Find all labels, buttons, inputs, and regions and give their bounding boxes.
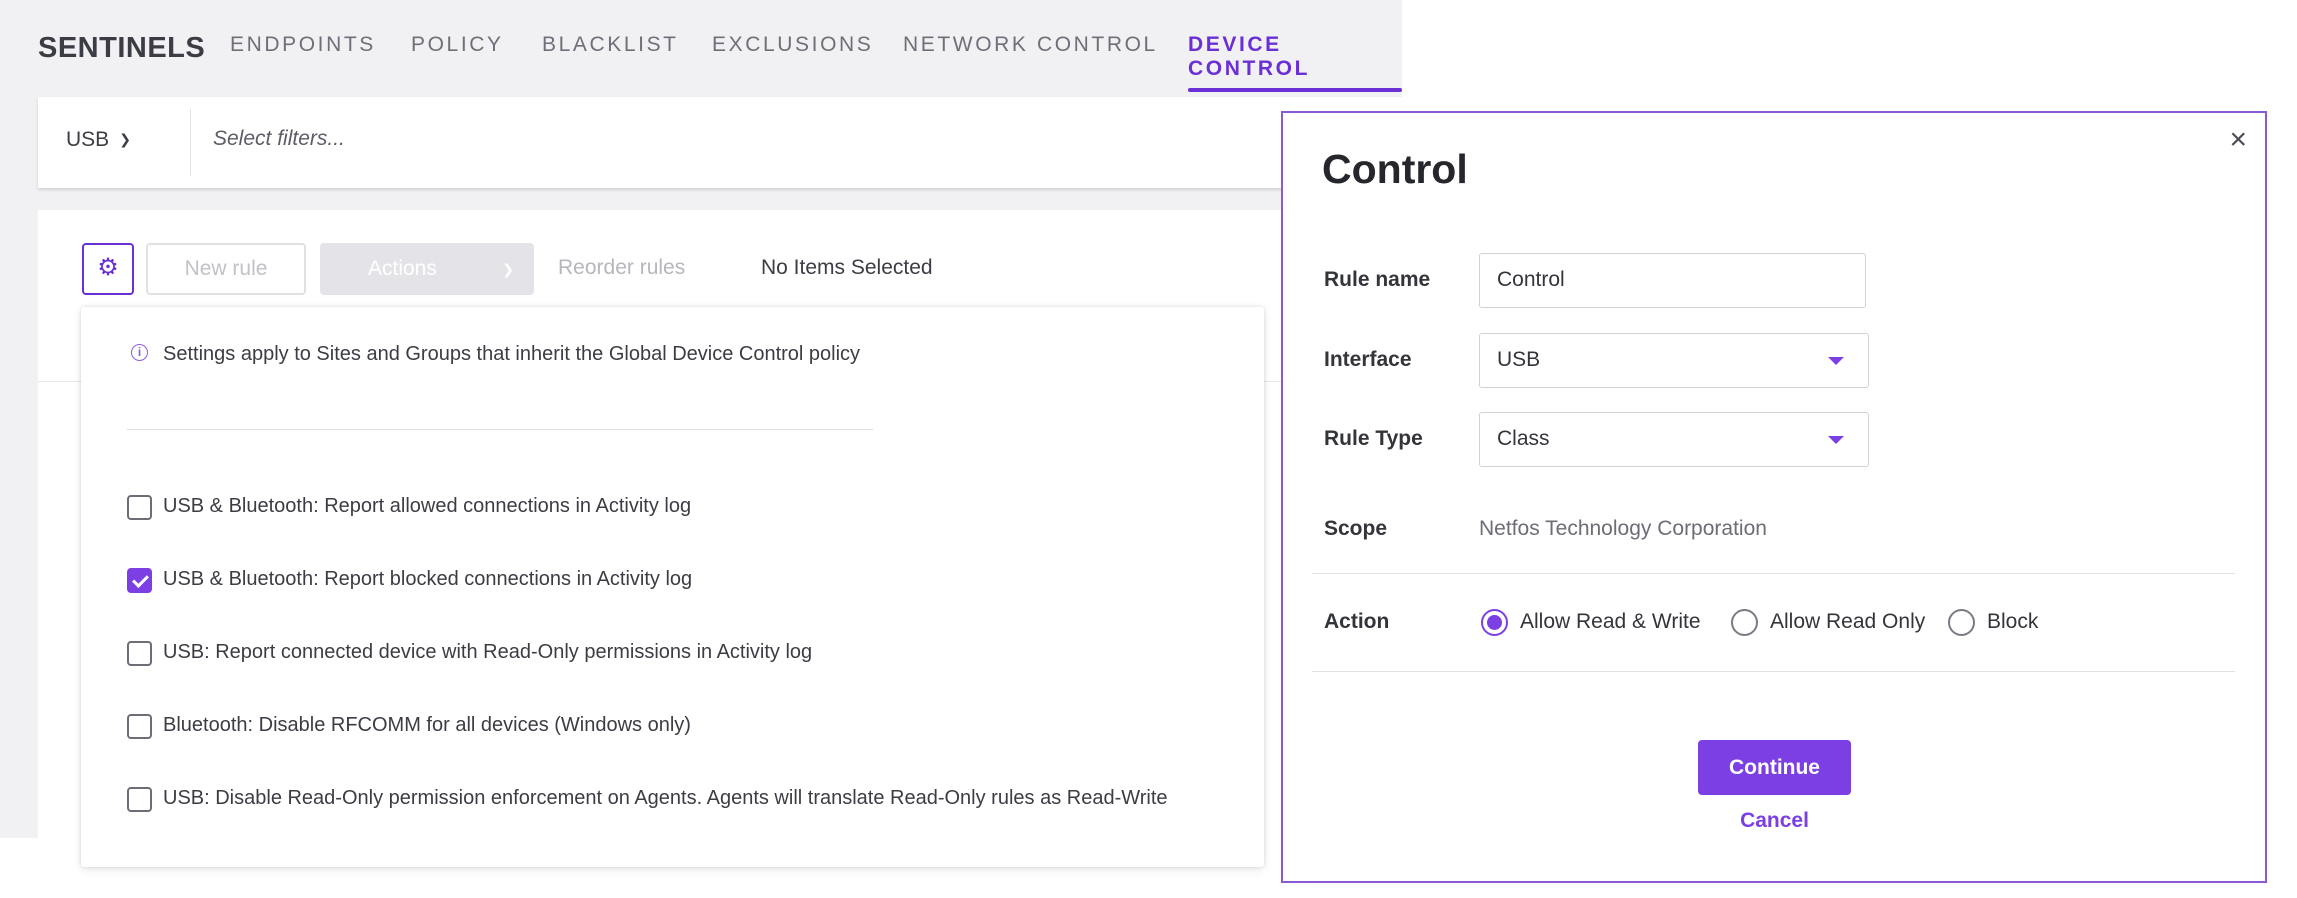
continue-button[interactable]: Continue	[1698, 740, 1851, 795]
tab-network-control[interactable]: NETWORK CONTROL	[903, 33, 1158, 57]
rule-type-value: Class	[1497, 427, 1550, 450]
action-label: Action	[1324, 610, 1390, 633]
rule-name-input[interactable]: Control	[1479, 253, 1866, 308]
interface-label: Interface	[1324, 348, 1412, 371]
option-label: USB: Disable Read-Only permission enforc…	[163, 787, 1168, 809]
top-navigation: SENTINELS ENDPOINTS POLICY BLACKLIST EXC…	[0, 0, 1402, 92]
radio-selected[interactable]	[1481, 609, 1508, 636]
gear-icon: ⚙	[97, 254, 119, 281]
rule-type-label: Rule Type	[1324, 427, 1423, 450]
tab-policy[interactable]: POLICY	[411, 33, 504, 57]
close-icon[interactable]: ×	[2229, 125, 2247, 155]
checkbox[interactable]	[127, 641, 152, 666]
global-settings-popover: i Settings apply to Sites and Groups tha…	[81, 307, 1264, 867]
scope-label: Scope	[1324, 517, 1388, 540]
caret-down-icon	[1828, 357, 1844, 365]
new-rule-button[interactable]: New rule	[146, 243, 306, 295]
radio-label: Allow Read Only	[1770, 610, 1926, 633]
rule-name-label: Rule name	[1324, 268, 1431, 291]
cancel-button[interactable]: Cancel	[1698, 809, 1851, 833]
settings-gear-button[interactable]: ⚙	[82, 243, 134, 295]
filter-divider	[190, 109, 191, 176]
brand-title: SENTINELS	[38, 32, 206, 64]
actions-dropdown-button[interactable]: Actions ❯	[320, 243, 534, 295]
modal-divider	[1312, 671, 2235, 672]
settings-info-text: Settings apply to Sites and Groups that …	[163, 343, 861, 365]
filter-type-label: USB	[66, 128, 110, 151]
checkbox[interactable]	[127, 495, 152, 520]
radio-label: Allow Read & Write	[1520, 610, 1701, 633]
option-label: USB: Report connected device with Read-O…	[163, 641, 813, 663]
tab-exclusions[interactable]: EXCLUSIONS	[712, 33, 873, 57]
filter-bar: USB ❯ Select filters...	[38, 97, 1402, 188]
radio-unselected[interactable]	[1731, 609, 1758, 636]
interface-value: USB	[1497, 348, 1541, 371]
checkbox[interactable]	[127, 714, 152, 739]
chevron-down-icon: ❯	[119, 131, 131, 147]
interface-select[interactable]: USB	[1479, 333, 1869, 388]
option-label: USB & Bluetooth: Report allowed connecti…	[163, 495, 692, 517]
rule-type-select[interactable]: Class	[1479, 412, 1869, 467]
selection-status: No Items Selected	[761, 256, 933, 279]
tab-endpoints[interactable]: ENDPOINTS	[230, 33, 376, 57]
filter-type-dropdown[interactable]: USB ❯	[66, 128, 131, 152]
modal-divider	[1312, 573, 2235, 574]
radio-label: Block	[1987, 610, 2039, 633]
checkbox[interactable]	[127, 787, 152, 812]
popover-divider	[127, 429, 873, 430]
actions-label: Actions	[368, 257, 437, 280]
checkbox-checked[interactable]	[127, 568, 152, 593]
tab-blacklist[interactable]: BLACKLIST	[542, 33, 679, 57]
option-label: USB & Bluetooth: Report blocked connecti…	[163, 568, 693, 590]
reorder-rules-button[interactable]: Reorder rules	[558, 256, 685, 280]
modal-title: Control	[1322, 146, 1468, 192]
rule-editor-modal: × Control Rule name Control Interface US…	[1281, 111, 2267, 883]
tab-device-control[interactable]: DEVICE CONTROL	[1188, 33, 1402, 92]
filter-search-input[interactable]: Select filters...	[213, 127, 345, 151]
option-label: Bluetooth: Disable RFCOMM for all device…	[163, 714, 691, 736]
radio-unselected[interactable]	[1948, 609, 1975, 636]
caret-down-icon	[1828, 436, 1844, 444]
scope-value: Netfos Technology Corporation	[1479, 517, 1767, 540]
chevron-down-icon: ❯	[502, 261, 514, 277]
